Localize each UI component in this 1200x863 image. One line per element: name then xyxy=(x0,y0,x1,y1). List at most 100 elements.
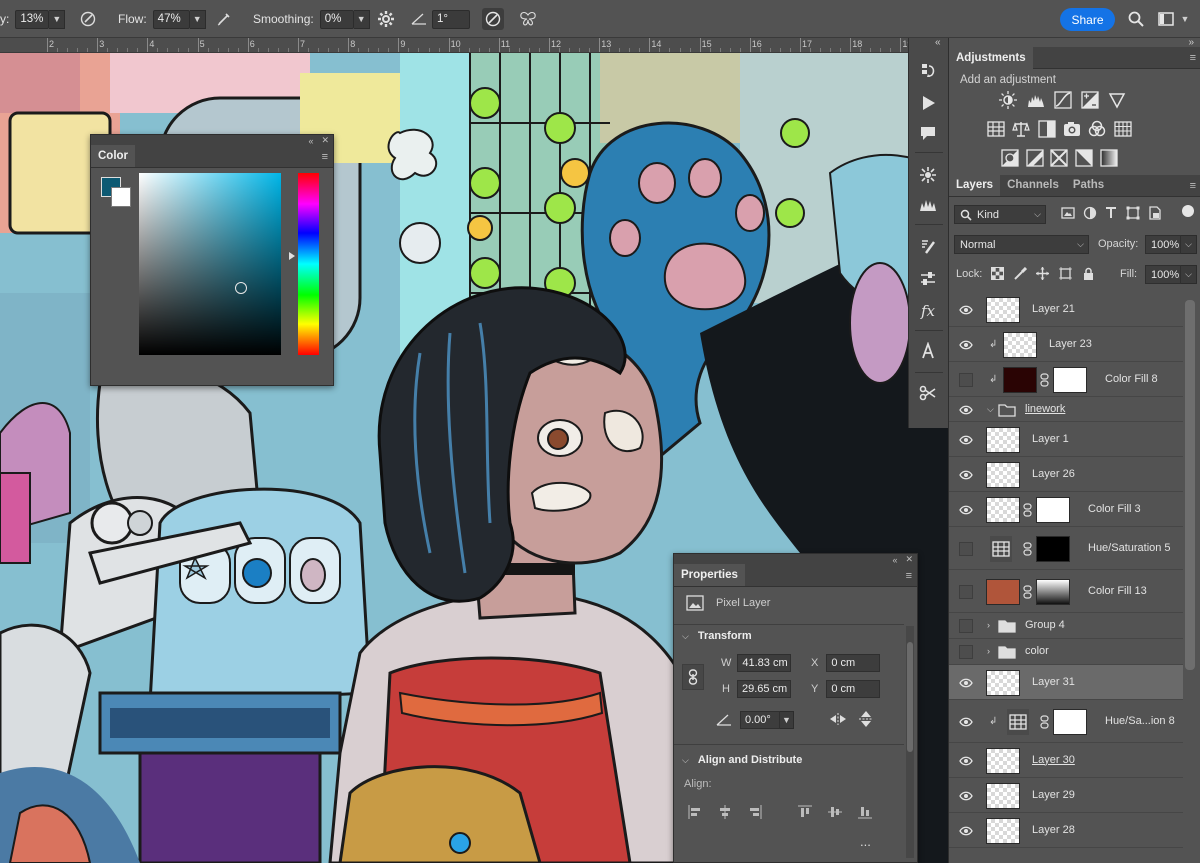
layer-mask-thumbnail[interactable] xyxy=(1053,366,1087,393)
properties-scrollbar-thumb[interactable] xyxy=(907,642,913,752)
color-balance-icon[interactable] xyxy=(1012,120,1030,138)
hue-slider-handle[interactable] xyxy=(289,252,295,260)
opacity-dropdown-button[interactable]: ▼ xyxy=(49,9,66,29)
symmetry-butterfly-icon[interactable] xyxy=(517,8,539,30)
eye-icon[interactable] xyxy=(959,470,973,480)
visibility-toggle-off[interactable] xyxy=(959,541,973,556)
fill-color-thumbnail[interactable] xyxy=(986,578,1020,605)
actions-play-icon[interactable] xyxy=(917,92,939,114)
visibility-toggle-off[interactable] xyxy=(959,619,973,633)
angle-input[interactable]: 1° xyxy=(432,9,470,29)
tab-adjustments[interactable]: Adjustments xyxy=(949,47,1033,69)
x-input[interactable]: 0 cm xyxy=(826,654,881,672)
eye-icon[interactable] xyxy=(959,505,973,515)
tools-scissors-icon[interactable] xyxy=(917,382,939,404)
close-icon[interactable]: ✕ xyxy=(905,554,913,565)
smoothing-input[interactable]: 0% xyxy=(319,9,354,29)
color-field[interactable] xyxy=(139,173,281,355)
layer-row[interactable]: Layer 1 xyxy=(949,422,1183,457)
layer-row[interactable]: ↲ Color Fill 8 xyxy=(949,362,1183,397)
workspace-dropdown-button[interactable]: ▼ xyxy=(1177,10,1193,29)
tab-color[interactable]: Color xyxy=(91,145,136,167)
brush-settings-icon[interactable] xyxy=(917,164,939,186)
brushes-icon[interactable] xyxy=(917,194,939,216)
panel-menu-icon[interactable]: ≡ xyxy=(906,570,912,582)
lock-artboard-icon[interactable] xyxy=(1059,267,1072,280)
layer-thumbnail[interactable] xyxy=(986,669,1020,696)
search-icon[interactable] xyxy=(1125,8,1147,30)
link-dimensions-button[interactable] xyxy=(682,664,704,690)
eye-icon[interactable] xyxy=(959,305,973,315)
layer-row[interactable]: Color Fill 13 xyxy=(949,570,1183,613)
fill-dropdown-button[interactable]: ⌵ xyxy=(1181,265,1197,284)
layer-thumbnail[interactable] xyxy=(986,496,1020,523)
airbrush-icon[interactable] xyxy=(213,8,235,30)
flip-horizontal-button[interactable] xyxy=(829,712,847,726)
flow-input[interactable]: 47% xyxy=(152,9,190,29)
height-input[interactable]: 29.65 cm xyxy=(736,680,791,698)
layer-name[interactable]: color xyxy=(1025,645,1049,657)
chevron-right-icon[interactable]: › xyxy=(987,646,990,656)
layer-name[interactable]: Layer 23 xyxy=(1049,338,1092,350)
selective-color-icon[interactable] xyxy=(1075,149,1093,167)
background-color-swatch[interactable] xyxy=(111,187,131,207)
adjust-sliders-icon[interactable] xyxy=(917,268,939,290)
layer-name[interactable]: Layer 26 xyxy=(1032,468,1075,480)
layer-thumbnail[interactable] xyxy=(986,747,1020,774)
collapse-dock-icon[interactable]: « xyxy=(935,37,941,48)
curves-icon[interactable] xyxy=(1054,91,1072,109)
photo-filter-icon[interactable] xyxy=(1063,120,1081,138)
lock-all-icon[interactable] xyxy=(1082,267,1095,280)
layer-name[interactable]: Color Fill 13 xyxy=(1088,585,1147,597)
layer-name[interactable]: Hue/Saturation 5 xyxy=(1088,542,1171,554)
layer-name[interactable]: Layer 28 xyxy=(1032,824,1075,836)
lock-position-icon[interactable] xyxy=(1036,267,1049,280)
adjustment-layer-thumbnail[interactable] xyxy=(990,535,1012,562)
rotation-angle-input[interactable]: 0.00° xyxy=(740,711,780,729)
align-distribute-section-title[interactable]: Align and Distribute xyxy=(698,754,803,766)
y-input[interactable]: 0 cm xyxy=(826,680,881,698)
link-icon[interactable] xyxy=(1023,502,1032,517)
hue-saturation-icon[interactable] xyxy=(987,120,1005,138)
horizontal-ruler[interactable]: 2345678910111213141516171819 xyxy=(0,38,908,53)
eye-icon[interactable] xyxy=(959,826,973,836)
layer-name[interactable]: linework xyxy=(1025,403,1065,415)
share-button[interactable]: Share xyxy=(1060,8,1115,31)
layer-thumbnail[interactable] xyxy=(986,817,1020,844)
workspace-icon[interactable] xyxy=(1155,8,1177,30)
layer-row[interactable]: ↲ Layer 23 xyxy=(949,327,1183,362)
layer-row[interactable]: Layer 29 xyxy=(949,778,1183,813)
layer-name[interactable]: Hue/Sa...ion 8 xyxy=(1105,715,1175,727)
layer-row[interactable]: ⌵ linework xyxy=(949,397,1183,422)
more-options-button[interactable]: ... xyxy=(860,834,871,849)
layer-mask-thumbnail[interactable] xyxy=(1053,708,1087,735)
layer-mask-thumbnail[interactable] xyxy=(1036,535,1070,562)
align-left-edges-icon[interactable] xyxy=(688,805,702,819)
layer-name[interactable]: Layer 1 xyxy=(1032,433,1069,445)
opacity-dropdown-button[interactable]: ⌵ xyxy=(1181,235,1197,254)
visibility-toggle-off[interactable] xyxy=(959,584,973,599)
link-icon[interactable] xyxy=(1040,714,1049,729)
link-icon[interactable] xyxy=(1023,584,1032,599)
layer-row[interactable]: Color Fill 3 xyxy=(949,492,1183,527)
tab-channels[interactable]: Channels xyxy=(1000,174,1066,196)
layer-thumbnail[interactable] xyxy=(986,426,1020,453)
posterize-icon[interactable] xyxy=(1026,149,1044,167)
layer-mask-thumbnail[interactable] xyxy=(1036,496,1070,523)
opacity-input[interactable]: 100% xyxy=(1145,235,1181,254)
gear-icon[interactable] xyxy=(375,8,397,30)
filter-smart-object-icon[interactable] xyxy=(1148,206,1162,220)
layer-row[interactable]: › color xyxy=(949,639,1183,665)
collapse-icon[interactable]: « xyxy=(308,136,313,146)
eye-icon[interactable] xyxy=(959,791,973,801)
panel-menu-icon[interactable]: ≡ xyxy=(322,151,328,163)
layer-row[interactable]: Layer 21 xyxy=(949,292,1183,327)
paint-brush-icon[interactable] xyxy=(917,236,939,258)
color-picker-cursor[interactable] xyxy=(235,282,247,294)
layers-scrollbar-thumb[interactable] xyxy=(1185,300,1195,670)
close-icon[interactable]: ✕ xyxy=(321,135,329,146)
link-icon[interactable] xyxy=(1040,372,1049,387)
align-bottom-edges-icon[interactable] xyxy=(858,805,872,819)
chevron-down-icon[interactable]: ⌵ xyxy=(682,631,689,642)
pressure-size-icon[interactable] xyxy=(482,8,504,30)
